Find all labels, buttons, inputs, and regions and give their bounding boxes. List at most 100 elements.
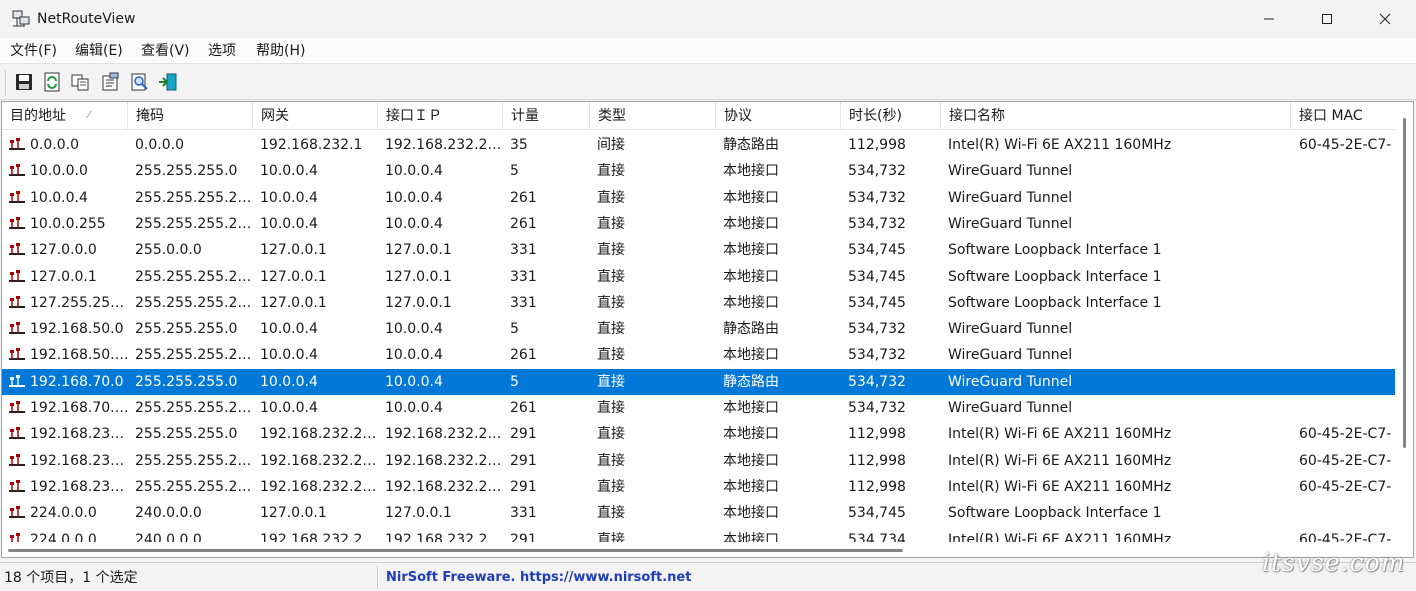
table-row[interactable]: 192.168.50.… 255.255.255.2… 10.0.0.4 10.0.0… xyxy=(2,342,1395,368)
cell-interface-mac: 60-45-2E-C7- xyxy=(1299,478,1392,495)
cell-mask: 255.255.255.2… xyxy=(135,294,251,311)
cell-interface-ip: 10.0.0.4 xyxy=(385,163,443,180)
table-row[interactable]: 0.0.0.0 0.0.0.0 192.168.232.1 192.168.232.2… xyxy=(2,132,1395,158)
table-row[interactable]: 127.0.0.0 255.0.0.0 127.0.0.1 127.0.0.1 331 直… xyxy=(2,237,1395,263)
cell-type: 直接 xyxy=(597,268,625,285)
menu-edit[interactable]: 编辑(E) xyxy=(73,41,125,61)
cell-protocol: 静态路由 xyxy=(723,137,779,153)
cell-mask: 240.0.0.0 xyxy=(135,505,202,522)
table-row[interactable]: 192.168.70.0 255.255.255.0 10.0.0.4 10.0.0.… xyxy=(2,368,1395,395)
cell-mask: 255.0.0.0 xyxy=(135,242,202,259)
horizontal-scroll-thumb[interactable] xyxy=(8,549,903,552)
cell-interface-name: Software Loopback Interface 1 xyxy=(948,294,1162,311)
cell-type: 直接 xyxy=(597,400,625,416)
column-header-type[interactable]: 类型 xyxy=(590,102,716,130)
cell-mask: 255.255.255.0 xyxy=(135,321,238,338)
cell-interface-name: Intel(R) Wi-Fi 6E AX211 160MHz xyxy=(948,426,1172,443)
column-header-interface-mac[interactable]: 接口 MAC xyxy=(1291,102,1395,130)
cell-gateway: 10.0.0.4 xyxy=(260,163,318,180)
table-row[interactable]: 127.0.0.1 255.255.255.2… 127.0.0.1 127.0.0.… xyxy=(2,264,1395,290)
cell-interface-name: Intel(R) Wi-Fi 6E AX211 160MHz xyxy=(948,531,1172,543)
cell-type: 直接 xyxy=(597,426,625,443)
route-icon xyxy=(9,269,25,282)
exit-button[interactable] xyxy=(156,70,180,94)
table-row[interactable]: 224.0.0.0 240.0.0.0 192.168.232.2 192.168.2… xyxy=(2,527,1395,543)
window-title: NetRouteView xyxy=(37,11,136,27)
cell-destination: 10.0.0.255 xyxy=(30,215,106,232)
cell-protocol: 本地接口 xyxy=(723,400,779,416)
table-row[interactable]: 192.168.70.… 255.255.255.2… 10.0.0.4 10.0.0… xyxy=(2,395,1395,421)
cell-protocol: 本地接口 xyxy=(723,215,779,232)
column-header-metric[interactable]: 计量 xyxy=(503,102,590,130)
cell-metric: 291 xyxy=(510,452,537,469)
route-icon xyxy=(9,322,25,335)
nirsoft-link[interactable]: NirSoft Freeware. https://www.nirsoft.ne… xyxy=(386,569,691,587)
cell-age: 534,732 xyxy=(848,347,906,364)
table-row[interactable]: 10.0.0.4 255.255.255.2… 10.0.0.4 10.0.0.4 26… xyxy=(2,185,1395,211)
column-header-gateway[interactable]: 网关 xyxy=(253,102,378,130)
cell-interface-name: WireGuard Tunnel xyxy=(948,189,1073,206)
cell-gateway: 192.168.232.2 xyxy=(260,531,363,543)
cell-interface-ip: 10.0.0.4 xyxy=(385,321,443,338)
table-row[interactable]: 127.255.25… 255.255.255.2… 127.0.0.1 127.0.… xyxy=(2,290,1395,316)
cell-protocol: 本地接口 xyxy=(723,347,779,364)
cell-age: 534,732 xyxy=(848,189,906,206)
table-row[interactable]: 192.168.23… 255.255.255.0 192.168.232.2… 19… xyxy=(2,421,1395,447)
route-icon xyxy=(9,216,25,229)
route-list[interactable]: 目的地址 ⁄ 掩码 网关 接口ＩＰ 计量 类型 协议 时长(秒) 接口名称 接口… xyxy=(1,101,1414,558)
route-icon xyxy=(9,453,25,466)
cell-protocol: 本地接口 xyxy=(723,426,779,443)
column-header-age[interactable]: 时长(秒) xyxy=(841,102,941,130)
cell-interface-ip: 127.0.0.1 xyxy=(385,294,452,311)
cell-type: 间接 xyxy=(597,137,625,153)
cell-metric: 331 xyxy=(510,294,537,311)
copy-button[interactable] xyxy=(68,70,92,94)
cell-protocol: 本地接口 xyxy=(723,294,779,311)
cell-metric: 291 xyxy=(510,426,537,443)
cell-interface-name: WireGuard Tunnel xyxy=(948,347,1073,364)
save-button[interactable] xyxy=(12,70,36,94)
menu-view[interactable]: 查看(V) xyxy=(139,41,192,61)
cell-age: 534,745 xyxy=(848,242,906,259)
route-icon xyxy=(9,506,25,519)
cell-age: 534,732 xyxy=(848,321,906,338)
table-row[interactable]: 192.168.50.0 255.255.255.0 10.0.0.4 10.0.0.… xyxy=(2,316,1395,342)
cell-type: 直接 xyxy=(597,242,625,259)
minimize-button[interactable] xyxy=(1240,0,1298,38)
column-header-interface-ip[interactable]: 接口ＩＰ xyxy=(378,102,503,130)
cell-age: 534,732 xyxy=(848,373,906,390)
column-header-interface-name[interactable]: 接口名称 xyxy=(941,102,1291,130)
find-button[interactable] xyxy=(128,70,152,94)
column-header-mask[interactable]: 掩码 xyxy=(128,102,253,130)
maximize-button[interactable] xyxy=(1298,0,1356,38)
close-button[interactable] xyxy=(1356,0,1414,38)
menu-help[interactable]: 帮助(H) xyxy=(254,41,307,61)
table-row[interactable]: 192.168.23… 255.255.255.2… 192.168.232.2… 1… xyxy=(2,448,1395,474)
cell-protocol: 本地接口 xyxy=(723,452,779,469)
table-row[interactable]: 10.0.0.0 255.255.255.0 10.0.0.4 10.0.0.4 5 直接… xyxy=(2,158,1395,184)
table-row[interactable]: 192.168.23… 255.255.255.2… 192.168.232.2… 1… xyxy=(2,474,1395,500)
properties-button[interactable] xyxy=(98,70,122,94)
cell-mask: 255.255.255.2… xyxy=(135,268,251,285)
refresh-button[interactable] xyxy=(40,70,64,94)
cell-destination: 192.168.50.… xyxy=(30,347,127,364)
column-header-protocol[interactable]: 协议 xyxy=(716,102,841,130)
menu-file[interactable]: 文件(F) xyxy=(8,41,59,61)
column-header-destination[interactable]: 目的地址 ⁄ xyxy=(2,102,128,130)
horizontal-scrollbar[interactable] xyxy=(2,542,1395,557)
cell-interface-ip: 10.0.0.4 xyxy=(385,400,443,416)
table-row[interactable]: 10.0.0.255 255.255.255.2… 10.0.0.4 10.0.0.4… xyxy=(2,211,1395,237)
cell-interface-name: WireGuard Tunnel xyxy=(948,163,1073,180)
cell-destination: 192.168.23… xyxy=(30,426,125,443)
table-row[interactable]: 224.0.0.0 240.0.0.0 127.0.0.1 127.0.0.1 331 直… xyxy=(2,500,1395,526)
vertical-scrollbar[interactable] xyxy=(1395,102,1413,542)
cell-age: 534,734 xyxy=(848,531,906,543)
cell-protocol: 静态路由 xyxy=(723,373,779,390)
cell-interface-mac xyxy=(1299,211,1394,237)
cell-gateway: 10.0.0.4 xyxy=(260,400,318,416)
vertical-scroll-thumb[interactable] xyxy=(1403,118,1406,448)
cell-destination: 192.168.70.… xyxy=(30,400,127,416)
cell-destination: 192.168.70.0 xyxy=(30,373,124,390)
menu-options[interactable]: 选项 xyxy=(206,41,238,61)
cell-interface-name: WireGuard Tunnel xyxy=(948,321,1073,338)
